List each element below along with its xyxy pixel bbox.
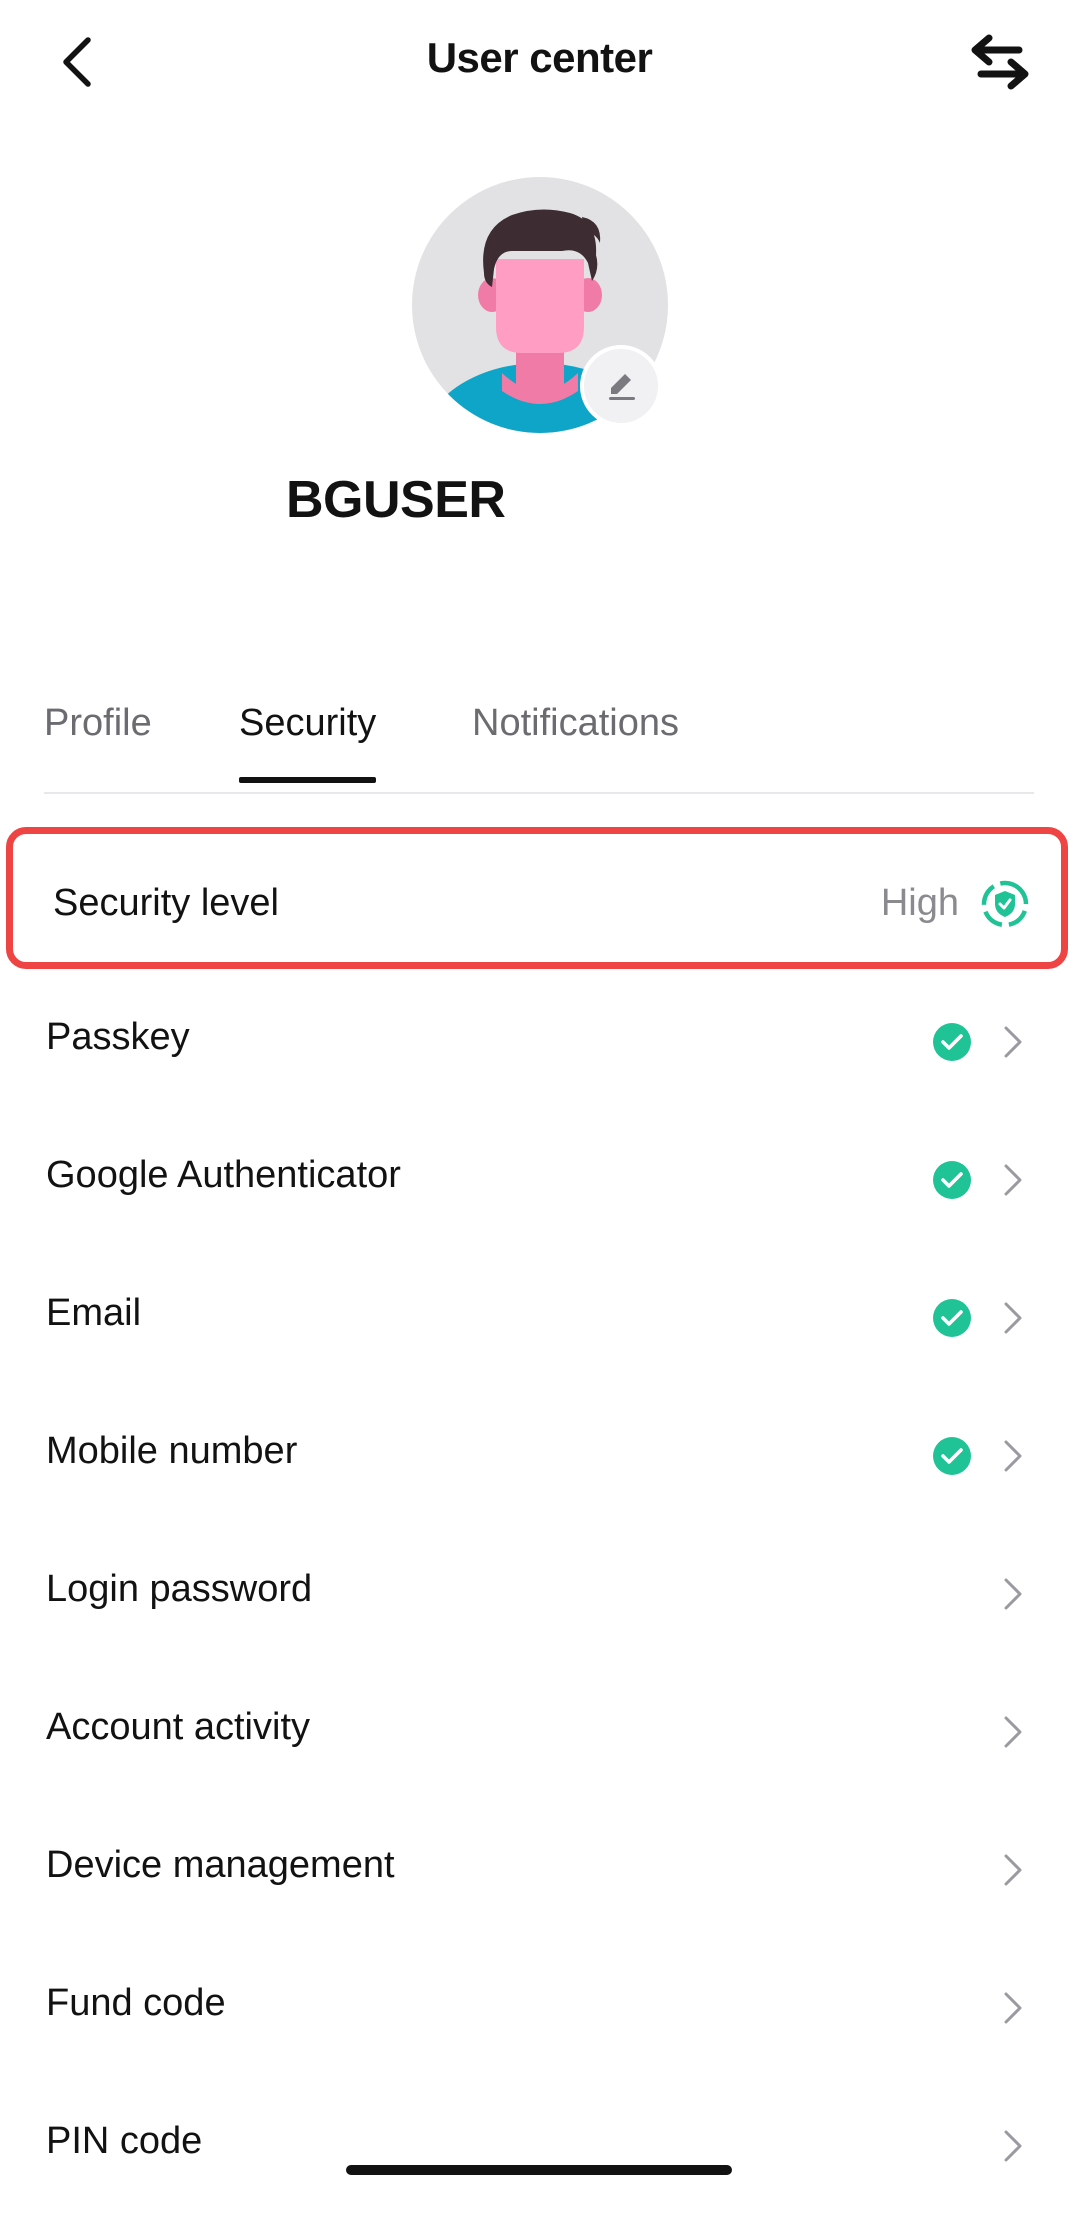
menu-item-label: Login password (46, 1568, 313, 1610)
tab-bar: Profile Security Notifications (44, 690, 1034, 794)
chevron-right-icon (1004, 1578, 1022, 1610)
menu-item-label: PIN code (46, 2120, 203, 2162)
home-indicator[interactable] (346, 2165, 732, 2175)
chevron-right-icon (1004, 1440, 1022, 1472)
top-app-bar: User center (0, 0, 1079, 125)
menu-item-label: Email (46, 1292, 142, 1334)
pencil-icon (609, 374, 635, 400)
chevron-right-icon (1004, 1716, 1022, 1748)
menu-item-label: Account activity (46, 1706, 310, 1748)
check-circle-icon (933, 1437, 971, 1475)
page-title: User center (426, 34, 653, 81)
menu-item-mobile-number[interactable]: Mobile number (0, 1386, 1079, 1524)
tab-notifications[interactable]: Notifications (472, 702, 679, 779)
menu-item-label: Passkey (46, 1016, 190, 1058)
menu-item-pin-code[interactable]: PIN code (0, 2076, 1079, 2214)
menu-item-email[interactable]: Email (0, 1248, 1079, 1386)
chevron-right-icon (1004, 1026, 1022, 1058)
tab-profile[interactable]: Profile (44, 702, 152, 779)
menu-item-label: Fund code (46, 1982, 226, 2024)
menu-item-device-management[interactable]: Device management (0, 1800, 1079, 1938)
avatar-section (412, 177, 668, 433)
check-circle-icon (933, 1161, 971, 1199)
menu-item-fund-code[interactable]: Fund code (0, 1938, 1079, 2076)
swap-arrows-icon (971, 34, 1029, 90)
chevron-right-icon (1004, 2130, 1022, 2162)
username: BGUSER (286, 471, 506, 529)
menu-item-passkey[interactable]: Passkey (0, 972, 1079, 1110)
chevron-right-icon (1004, 1302, 1022, 1334)
security-level-value: High (880, 882, 959, 924)
menu-item-account-activity[interactable]: Account activity (0, 1662, 1079, 1800)
security-level-label: Security level (53, 882, 279, 924)
menu-item-google-authenticator[interactable]: Google Authenticator (0, 1110, 1079, 1248)
tab-security[interactable]: Security (239, 702, 377, 783)
chevron-right-icon (1004, 1164, 1022, 1196)
check-circle-icon (933, 1023, 971, 1061)
edit-avatar-button[interactable] (580, 345, 662, 427)
shield-check-icon (981, 880, 1029, 928)
menu-item-login-password[interactable]: Login password (0, 1524, 1079, 1662)
menu-item-label: Mobile number (46, 1430, 298, 1472)
security-level-row[interactable]: Security level High (6, 827, 1068, 969)
menu-item-label: Google Authenticator (46, 1154, 401, 1196)
chevron-right-icon (1004, 1854, 1022, 1886)
switch-account-button[interactable] (960, 28, 1040, 96)
menu-item-label: Device management (46, 1844, 395, 1886)
chevron-right-icon (1004, 1992, 1022, 2024)
check-circle-icon (933, 1299, 971, 1337)
